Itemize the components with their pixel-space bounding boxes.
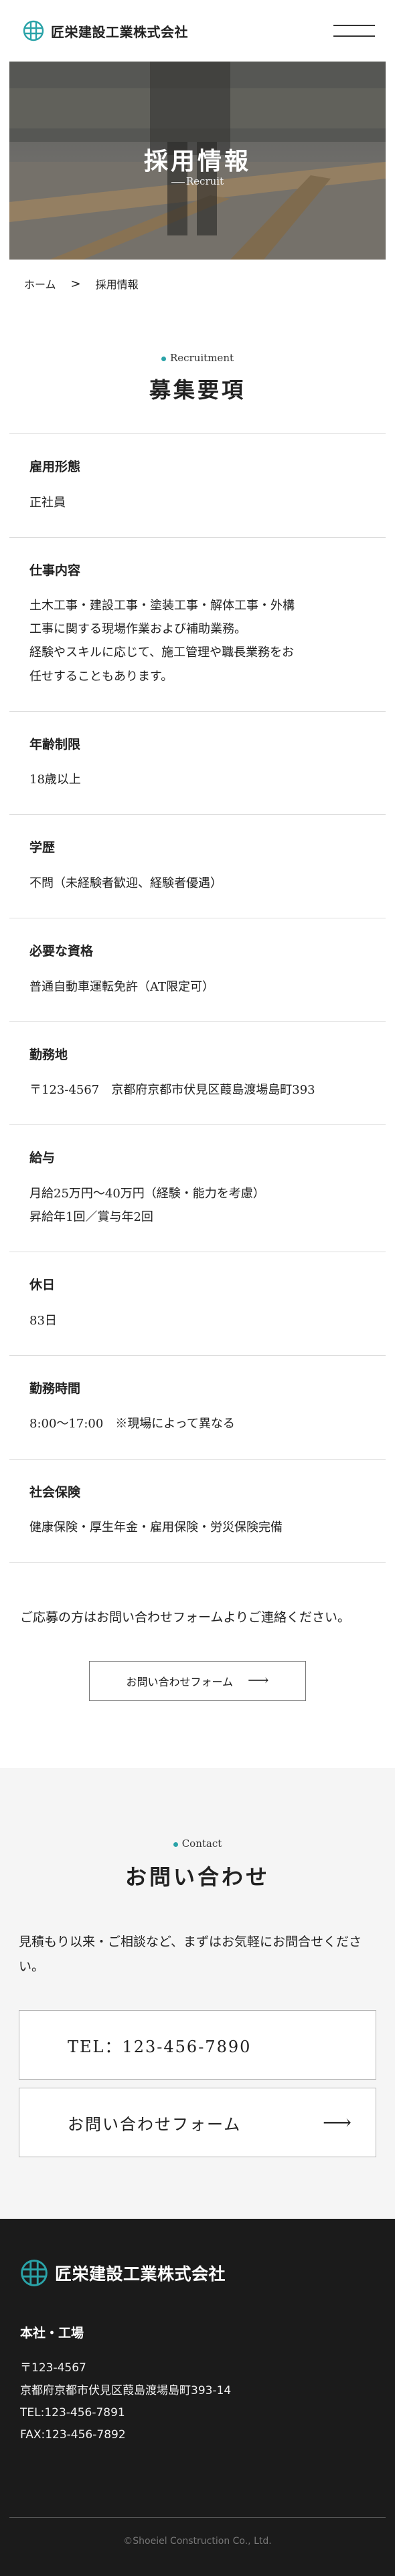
contact-form-label: お問い合わせフォーム <box>68 2114 242 2134</box>
dot-icon <box>173 1842 178 1847</box>
job-item-qualifications: 必要な資格 普通自動車運転免許（AT限定可） <box>9 918 386 1022</box>
job-label: 給与 <box>29 1151 56 1166</box>
job-item-working-hours: 勤務時間 8:00〜17:00 ※現場によって異なる <box>9 1356 386 1460</box>
hamburger-icon[interactable] <box>333 23 375 38</box>
breadcrumb-separator-icon: > <box>70 276 81 291</box>
job-label: 年齢制限 <box>29 736 81 752</box>
job-value: 〒123-4567 京都府京都市伏見区葭島渡場島町393 <box>29 1083 315 1098</box>
arrow-right-icon: ⟶ <box>322 2110 351 2135</box>
job-item-employment-type: 雇用形態 正社員 <box>9 434 386 538</box>
footer-address-block: 〒123-4567 京都府京都市伏見区葭島渡場島町393-14 TEL:123-… <box>20 2357 375 2446</box>
contact-form-button[interactable]: お問い合わせフォーム ⟶ <box>19 2088 376 2158</box>
breadcrumb-home-link[interactable]: ホーム <box>24 276 56 292</box>
job-label: 休日 <box>29 1278 56 1293</box>
footer-tel[interactable]: TEL:123-456-7891 <box>20 2402 375 2424</box>
footer-company-name: 匠栄建設工業株式会社 <box>55 2264 226 2284</box>
job-details-list: 雇用形態 正社員 仕事内容 土木工事・建設工事・塗装工事・解体工事・外構 工事に… <box>9 433 386 1563</box>
footer-office: 本社・工場 <box>20 2326 84 2341</box>
hero-banner: 採用情報 Recruit <box>9 62 386 260</box>
company-name: 匠栄建設工業株式会社 <box>51 23 188 40</box>
contact-text: 見積もり以来・ご相談など、まずはお気軽にお問合せください。 <box>19 1935 362 1975</box>
apply-note: ご応募の方はお問い合わせフォームよりご連絡ください。 <box>20 1610 351 1625</box>
job-label: 必要な資格 <box>29 944 94 959</box>
job-value: 正社員 <box>29 495 66 510</box>
footer-divider <box>9 2517 386 2518</box>
tel-number: TEL：123-456-7890 <box>68 2037 252 2056</box>
arrow-right-icon: ⟶ <box>247 1672 269 1690</box>
job-item-work-content: 仕事内容 土木工事・建設工事・塗装工事・解体工事・外構 工事に関する現場作業およ… <box>9 538 386 712</box>
tel-button[interactable]: TEL：123-456-7890 <box>19 2010 376 2080</box>
job-label: 学歴 <box>29 840 56 856</box>
breadcrumb-current: 採用情報 <box>95 278 139 291</box>
footer-logo[interactable]: 匠栄建設工業株式会社 <box>20 2259 375 2287</box>
breadcrumb: ホーム > 採用情報 <box>0 260 395 308</box>
job-item-location: 勤務地 〒123-4567 京都府京都市伏見区葭島渡場島町393 <box>9 1022 386 1126</box>
job-value: 土木工事・建設工事・塗装工事・解体工事・外構 工事に関する現場作業および補助業務… <box>29 599 295 684</box>
contact-label: Contact <box>19 1838 376 1850</box>
job-item-holidays: 休日 83日 <box>9 1252 386 1356</box>
job-item-education: 学歴 不問（未経験者歓迎、経験者優遇） <box>9 815 386 919</box>
job-value: 健康保険・厚生年金・雇用保険・労災保険完備 <box>29 1520 283 1535</box>
hero-subtitle: Recruit <box>9 175 386 187</box>
job-value: 8:00〜17:00 ※現場によって異なる <box>29 1417 235 1431</box>
copyright: ©Shoeiel Construction Co., Ltd. <box>123 2536 272 2547</box>
hero-title: 採用情報 <box>143 147 251 175</box>
footer-address: 京都府京都市伏見区葭島渡場島町393-14 <box>20 2383 232 2397</box>
job-label: 雇用形態 <box>29 460 81 474</box>
site-footer: 匠栄建設工業株式会社 本社・工場 〒123-4567 京都府京都市伏見区葭島渡場… <box>0 2219 395 2576</box>
footer-fax: FAX:123-456-7892 <box>20 2428 126 2442</box>
contact-label-text: Contact <box>181 1838 222 1850</box>
job-item-social-insurance: 社会保険 健康保険・厚生年金・雇用保険・労災保険完備 <box>9 1460 386 1563</box>
job-label: 社会保険 <box>29 1484 81 1500</box>
recruitment-label-text: Recruitment <box>169 352 234 364</box>
job-value: 月給25万円〜40万円（経験・能力を考慮） 昇給年1回／賞与年2回 <box>29 1187 265 1225</box>
job-value: 18歳以上 <box>29 773 81 787</box>
recruitment-title: 募集要項 <box>149 377 246 403</box>
company-logo-icon <box>20 2259 48 2287</box>
contact-title: お問い合わせ <box>125 1864 270 1890</box>
dot-icon <box>161 356 166 361</box>
contact-section: Contact お問い合わせ 見積もり以来・ご相談など、まずはお気軽にお問合せく… <box>0 1768 395 2219</box>
company-logo-icon <box>23 20 44 41</box>
site-header: 匠栄建設工業株式会社 <box>0 0 395 62</box>
job-value: 83日 <box>29 1313 57 1328</box>
job-value: 不問（未経験者歓迎、経験者優遇） <box>29 876 222 890</box>
job-item-salary: 給与 月給25万円〜40万円（経験・能力を考慮） 昇給年1回／賞与年2回 <box>9 1125 386 1253</box>
footer-postal: 〒123-4567 <box>20 2361 86 2375</box>
apply-button-label: お問い合わせフォーム <box>126 1676 233 1689</box>
job-label: 勤務時間 <box>29 1381 81 1396</box>
job-label: 勤務地 <box>29 1047 68 1062</box>
job-item-age-limit: 年齢制限 18歳以上 <box>9 712 386 815</box>
header-logo[interactable]: 匠栄建設工業株式会社 <box>23 20 188 41</box>
job-value: 普通自動車運転免許（AT限定可） <box>29 979 215 994</box>
recruitment-label: Recruitment <box>0 352 395 364</box>
apply-contact-form-button[interactable]: お問い合わせフォーム ⟶ <box>89 1661 306 1702</box>
job-label: 仕事内容 <box>29 563 81 578</box>
recruitment-section: Recruitment 募集要項 雇用形態 正社員 仕事内容 土木工事・建設工事… <box>0 308 395 1702</box>
